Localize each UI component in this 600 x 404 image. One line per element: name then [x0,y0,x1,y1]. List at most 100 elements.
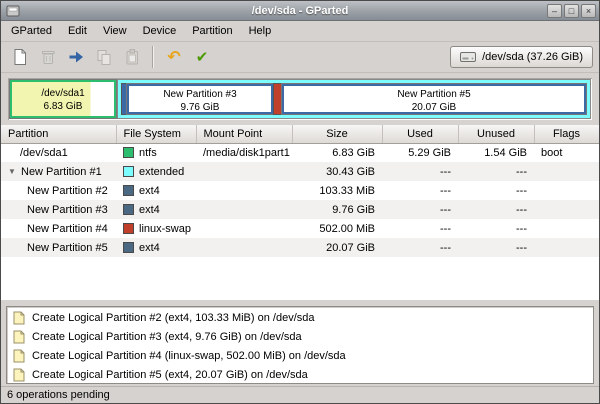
fs-color-swatch [123,185,134,196]
unused-value: --- [458,162,534,181]
menu-view[interactable]: View [95,22,135,40]
mount-point [196,162,292,181]
expander-icon[interactable]: ▼ [8,167,21,176]
visual-partition-name: /dev/sda1 [12,87,114,100]
partition-name: /dev/sda1 [20,147,68,159]
fs-color-swatch [123,204,134,215]
status-text: 6 operations pending [7,389,110,401]
resize-move-button[interactable] [63,44,89,70]
titlebar[interactable]: /dev/sda - GParted – □ × [1,1,599,21]
fs-name: ext4 [139,242,160,254]
column-header-unused[interactable]: Unused [458,125,534,143]
new-partition-button[interactable] [7,44,33,70]
visual-partition-size: 6.83 GiB [12,100,114,113]
fs-color-swatch [123,223,134,234]
toolbar-separator [152,46,154,68]
menu-gparted[interactable]: GParted [3,22,60,40]
operation-item[interactable]: Create Logical Partition #3 (ext4, 9.76 … [7,327,593,346]
operation-icon [12,349,26,363]
visual-partition-size: 9.76 GiB [129,101,271,114]
fs-color-swatch [123,166,134,177]
menu-help[interactable]: Help [241,22,280,40]
table-row-new-partition-2[interactable]: New Partition #2 ext4 103.33 MiB --- --- [1,181,599,200]
copy-icon [95,48,113,66]
size-value: 502.00 MiB [292,219,382,238]
unused-value: --- [458,219,534,238]
column-header-size[interactable]: Size [292,125,382,143]
mount-point [196,200,292,219]
table-row-new-partition-1[interactable]: ▼New Partition #1 extended 30.43 GiB ---… [1,162,599,181]
operation-icon [12,368,26,382]
visual-partition-4[interactable] [274,84,281,114]
visual-extended-partition[interactable]: New Partition #3 9.76 GiB New Partition … [118,80,590,118]
flags-value [534,219,599,238]
operation-text: Create Logical Partition #2 (ext4, 103.3… [32,312,315,324]
operation-item[interactable]: Create Logical Partition #2 (ext4, 103.3… [7,308,593,327]
table-row-sda1[interactable]: /dev/sda1 ntfs /media/disk1part1 6.83 Gi… [1,143,599,162]
unused-value: 1.54 GiB [458,143,534,162]
used-value: --- [382,238,458,257]
mount-point [196,219,292,238]
flags-value [534,181,599,200]
disk-visual-area: /dev/sda1 6.83 GiB New Partition #3 9.76… [1,73,599,125]
window-title: /dev/sda - GParted [1,5,599,17]
size-value: 9.76 GiB [292,200,382,219]
fs-color-swatch [123,242,134,253]
device-selector[interactable]: /dev/sda (37.26 GiB) [450,46,593,68]
close-button[interactable]: × [581,4,596,18]
operation-text: Create Logical Partition #5 (ext4, 20.07… [32,369,308,381]
operation-item[interactable]: Create Logical Partition #5 (ext4, 20.07… [7,365,593,384]
operations-panel: Create Logical Partition #2 (ext4, 103.3… [1,306,599,386]
operation-text: Create Logical Partition #3 (ext4, 9.76 … [32,331,302,343]
visual-partition-5[interactable]: New Partition #5 20.07 GiB [282,84,586,114]
paste-icon [123,48,141,66]
apply-button[interactable]: ✔ [189,44,215,70]
gparted-window: /dev/sda - GParted – □ × GParted Edit Vi… [0,0,600,404]
partition-name: New Partition #1 [21,166,102,178]
visual-partition-size: 20.07 GiB [284,101,584,114]
mount-point [196,238,292,257]
device-selector-value: /dev/sda (37.26 GiB) [482,51,583,63]
menu-device[interactable]: Device [135,22,185,40]
undo-icon: ↶ [167,47,180,67]
flags-value [534,200,599,219]
table-row-new-partition-5[interactable]: New Partition #5 ext4 20.07 GiB --- --- [1,238,599,257]
column-header-mountpoint[interactable]: Mount Point [196,125,292,143]
resize-arrow-icon [67,48,85,66]
unused-value: --- [458,200,534,219]
menu-edit[interactable]: Edit [60,22,95,40]
maximize-button[interactable]: □ [564,4,579,18]
visual-partition-3[interactable]: New Partition #3 9.76 GiB [127,84,273,114]
column-header-partition[interactable]: Partition [1,125,116,143]
status-bar: 6 operations pending [1,386,599,403]
partition-name: New Partition #3 [27,204,108,216]
fs-name: ntfs [139,147,157,159]
paste-button [119,44,145,70]
unused-value: --- [458,238,534,257]
table-row-new-partition-4[interactable]: New Partition #4 linux-swap 502.00 MiB -… [1,219,599,238]
operation-icon [12,330,26,344]
partition-list: Partition File System Mount Point Size U… [1,125,599,300]
partition-name: New Partition #4 [27,223,108,235]
menu-bar: GParted Edit View Device Partition Help [1,21,599,42]
visual-partition-sda1[interactable]: /dev/sda1 6.83 GiB [10,80,116,118]
table-row-new-partition-3[interactable]: New Partition #3 ext4 9.76 GiB --- --- [1,200,599,219]
minimize-button[interactable]: – [547,4,562,18]
flags-value [534,238,599,257]
flags-value [534,162,599,181]
apply-icon: ✔ [196,48,209,66]
fs-name: ext4 [139,204,160,216]
visual-partition-2[interactable] [122,84,126,114]
undo-button[interactable]: ↶ [161,44,187,70]
toolbar: ↶ ✔ /dev/sda (37.26 GiB) [1,42,599,73]
column-header-filesystem[interactable]: File System [116,125,196,143]
menu-partition[interactable]: Partition [184,22,240,40]
column-header-used[interactable]: Used [382,125,458,143]
size-value: 103.33 MiB [292,181,382,200]
size-value: 20.07 GiB [292,238,382,257]
size-value: 6.83 GiB [292,143,382,162]
used-value: --- [382,162,458,181]
visual-partition-name: New Partition #3 [129,88,271,101]
column-header-flags[interactable]: Flags [534,125,599,143]
operation-item[interactable]: Create Logical Partition #4 (linux-swap,… [7,346,593,365]
